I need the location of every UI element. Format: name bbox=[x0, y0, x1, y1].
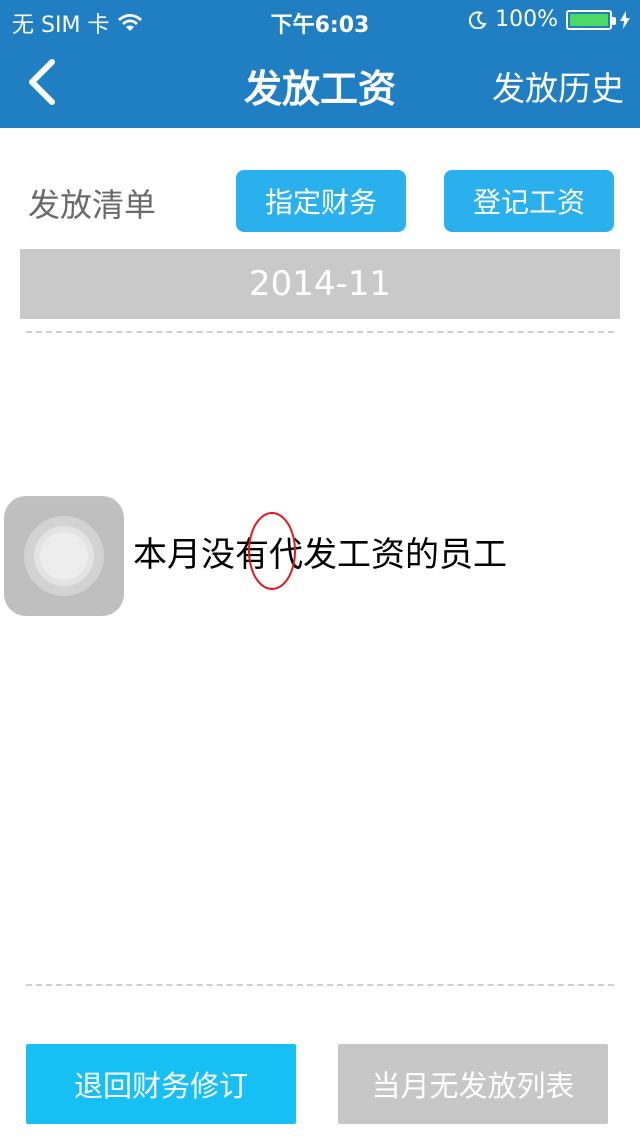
status-bar: 无 SIM 卡 下午6:03 100% bbox=[0, 0, 640, 40]
battery-icon bbox=[566, 9, 616, 30]
divider bbox=[26, 984, 614, 986]
top-bar: 无 SIM 卡 下午6:03 100% 发放工资 发放历史 bbox=[0, 0, 640, 128]
charging-bolt-icon bbox=[620, 10, 630, 29]
annotation-circle bbox=[248, 512, 296, 590]
list-label: 发放清单 bbox=[28, 186, 157, 224]
history-button[interactable]: 发放历史 bbox=[492, 62, 624, 110]
no-distribution-list-button[interactable]: 当月无发放列表 bbox=[338, 1044, 608, 1124]
month-selector[interactable]: 2014-11 bbox=[20, 249, 620, 319]
status-right: 100% bbox=[469, 7, 630, 32]
divider bbox=[26, 331, 614, 333]
register-salary-button[interactable]: 登记工资 bbox=[444, 170, 614, 232]
moon-icon bbox=[469, 10, 487, 29]
assign-finance-button[interactable]: 指定财务 bbox=[236, 170, 406, 232]
assistive-touch-button[interactable] bbox=[4, 496, 124, 616]
nav-bar: 发放工资 发放历史 bbox=[0, 40, 640, 128]
return-finance-revision-button[interactable]: 退回财务修订 bbox=[26, 1044, 296, 1124]
battery-percent: 100% bbox=[495, 7, 558, 32]
